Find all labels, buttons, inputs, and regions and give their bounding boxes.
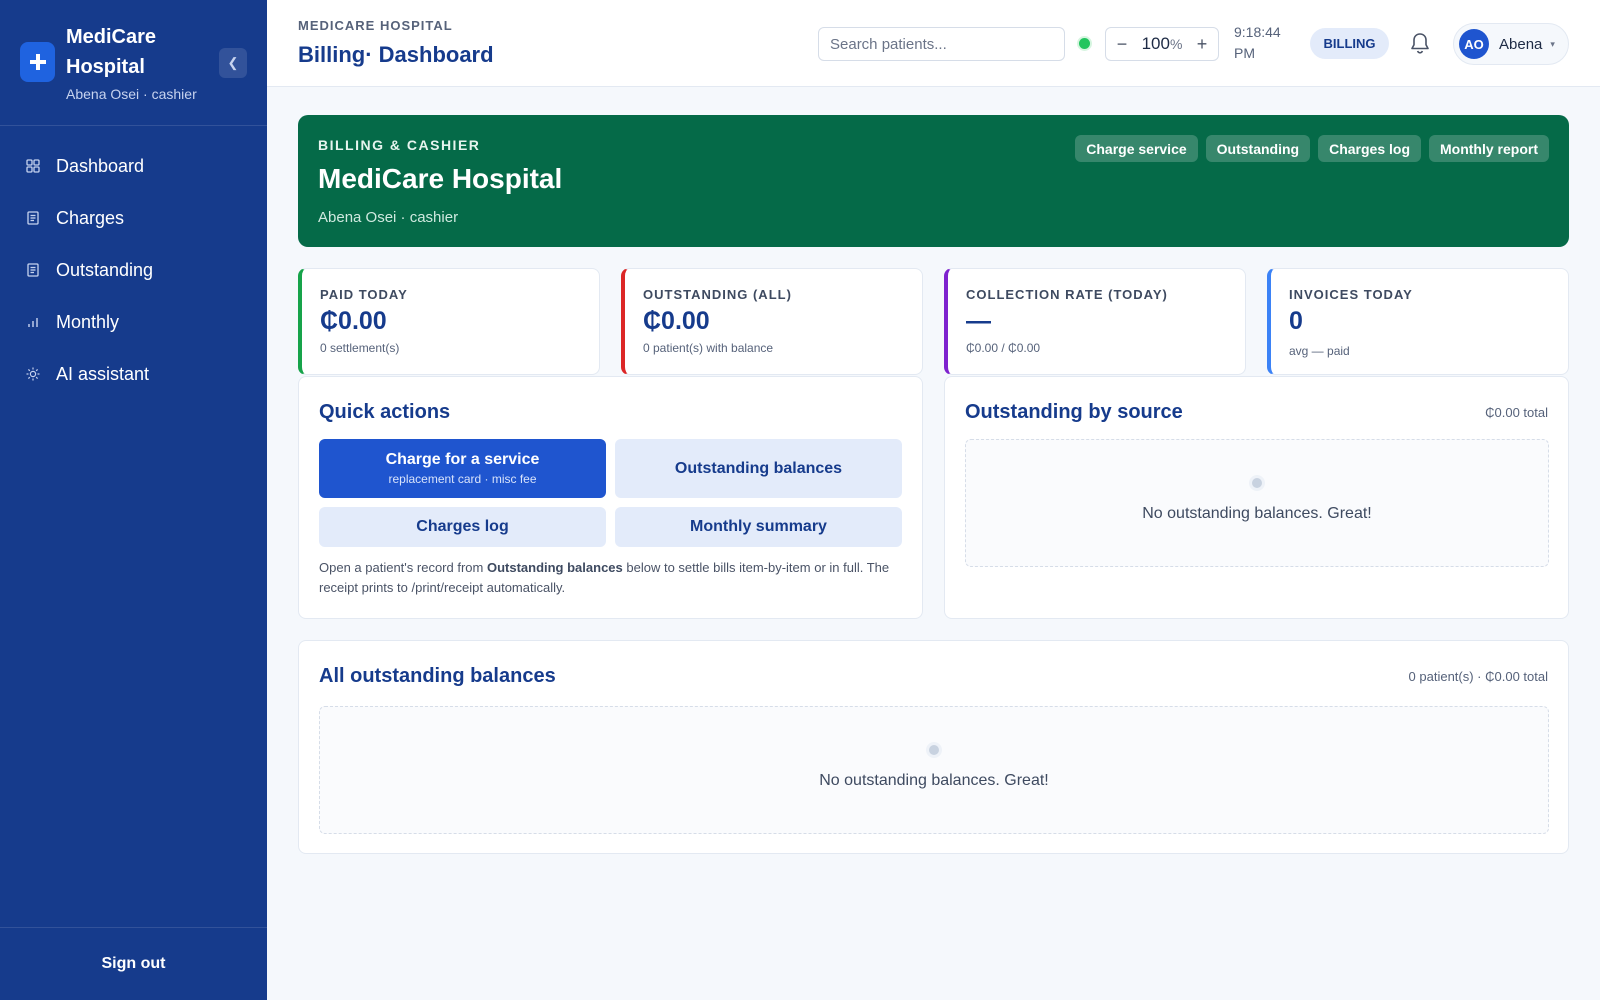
sidebar-item-label: Monthly <box>56 311 120 332</box>
zoom-in-button[interactable]: + <box>1194 34 1210 55</box>
charges-log-button[interactable]: Charges log <box>1318 135 1421 162</box>
zoom-control: − 100% + <box>1105 27 1219 61</box>
hero-banner: BILLING & CASHIER MediCare Hospital Aben… <box>298 115 1569 247</box>
stat-card-collection-rate: COLLECTION RATE (TODAY) — ₵0.00 / ₵0.00 <box>944 268 1246 375</box>
sidebar-item-label: Outstanding <box>56 259 154 280</box>
panel-total: ₵0.00 total <box>1485 405 1548 420</box>
button-label: Charge for a service <box>385 451 540 468</box>
panel-title: All outstanding balances <box>319 665 556 687</box>
charge-service-button[interactable]: Charge service <box>1075 135 1198 162</box>
all-outstanding-panel: All outstanding balances 0 patient(s) · … <box>298 640 1569 854</box>
brand-user-line: Abena Osei · cashier <box>66 86 197 102</box>
role-badge: BILLING <box>1310 28 1389 59</box>
stat-sub: ₵0.00 / ₵0.00 <box>966 341 1041 355</box>
status-indicator <box>1079 38 1090 49</box>
outstanding-by-source-panel: Outstanding by source ₵0.00 total No out… <box>944 376 1569 619</box>
sidebar-nav: Dashboard Charges Outstanding Monthly AI… <box>0 140 267 400</box>
stat-sub: avg — paid <box>1289 344 1350 358</box>
empty-state: No outstanding balances. Great! <box>965 439 1549 567</box>
stat-label: OUTSTANDING (ALL) <box>643 287 792 302</box>
monthly-report-button[interactable]: Monthly report <box>1429 135 1549 162</box>
stat-sub: 0 patient(s) with balance <box>643 341 774 355</box>
sidebar-item-label: AI assistant <box>56 363 150 384</box>
stat-value: ₵0.00 <box>643 307 710 335</box>
stat-label: INVOICES TODAY <box>1289 287 1413 302</box>
brand-name: MediCare Hospital <box>66 26 157 78</box>
outstanding-button[interactable]: Outstanding <box>1205 135 1311 162</box>
note-text: Open a patient's record from <box>319 560 487 575</box>
sidebar-item-outstanding[interactable]: Outstanding <box>0 244 267 296</box>
sidebar-item-charges[interactable]: Charges <box>0 192 267 244</box>
stat-label: PAID TODAY <box>320 287 408 302</box>
sidebar-item-dashboard[interactable]: Dashboard <box>0 140 267 192</box>
zoom-unit: % <box>1169 36 1183 52</box>
hero-title: MediCare Hospital <box>318 163 563 194</box>
stat-card-paid-today: PAID TODAY ₵0.00 0 settlement(s) <box>298 268 600 375</box>
sidebar-footer: Sign out <box>0 927 267 1000</box>
quick-actions-note: Open a patient's record from Outstanding… <box>319 558 899 598</box>
grid-icon <box>26 159 40 173</box>
breadcrumb: MEDICARE HOSPITAL <box>298 18 453 33</box>
stat-card-outstanding-all: OUTSTANDING (ALL) ₵0.00 0 patient(s) wit… <box>621 268 923 375</box>
empty-state-icon <box>929 745 939 755</box>
charges-log-quick-button[interactable]: Charges log <box>319 507 606 547</box>
panel-title: Quick actions <box>319 401 451 423</box>
outstanding-balances-button[interactable]: Outstanding balances <box>615 439 902 498</box>
sidebar-brand: MediCare Hospital Abena Osei · cashier ❮ <box>0 0 267 126</box>
chevron-left-icon: ❮ <box>227 55 239 70</box>
stat-value: ₵0.00 <box>320 307 387 335</box>
topbar: MEDICARE HOSPITAL Billing· Dashboard − 1… <box>267 0 1600 87</box>
sidebar-item-monthly[interactable]: Monthly <box>0 296 267 348</box>
bar-chart-icon <box>26 315 40 329</box>
button-label: Outstanding balances <box>674 459 843 477</box>
monthly-summary-button[interactable]: Monthly summary <box>615 507 902 547</box>
empty-state-text: No outstanding balances. Great! <box>1142 505 1372 522</box>
hero-kicker: BILLING & CASHIER <box>318 137 481 153</box>
stat-sub: 0 settlement(s) <box>320 341 400 355</box>
empty-state-text: No outstanding balances. Great! <box>819 772 1049 789</box>
sidebar-item-label: Charges <box>56 207 125 228</box>
sidebar-item-ai-assistant[interactable]: AI assistant <box>0 348 267 400</box>
zoom-out-button[interactable]: − <box>1114 34 1130 55</box>
clock: 9:18:44 PM <box>1234 24 1281 61</box>
hero-actions: Charge service Outstanding Charges log M… <box>1075 135 1549 162</box>
hospital-cross-icon <box>20 42 55 82</box>
user-menu-button[interactable]: AO Abena ▾ <box>1453 23 1569 65</box>
stat-label: COLLECTION RATE (TODAY) <box>966 287 1168 302</box>
page-title: Billing· Dashboard <box>298 42 494 67</box>
button-label: Monthly summary <box>690 518 827 535</box>
collapse-sidebar-button[interactable]: ❮ <box>219 48 247 78</box>
panel-total: 0 patient(s) · ₵0.00 total <box>1408 669 1548 684</box>
sidebar: MediCare Hospital Abena Osei · cashier ❮… <box>0 0 267 1000</box>
chevron-down-icon: ▾ <box>1550 38 1555 49</box>
sign-out-button[interactable]: Sign out <box>102 955 166 973</box>
charge-for-service-button[interactable]: Charge for a service replacement card · … <box>319 439 606 498</box>
search-input[interactable] <box>818 27 1065 61</box>
stat-value: — <box>966 307 991 335</box>
quick-actions-panel: Quick actions Charge for a service repla… <box>298 376 923 619</box>
receipt-icon <box>26 211 40 225</box>
receipt-icon <box>26 263 40 277</box>
sidebar-item-label: Dashboard <box>56 155 145 176</box>
empty-state: No outstanding balances. Great! <box>319 706 1549 834</box>
hero-subtitle: Abena Osei · cashier <box>318 209 459 226</box>
stat-value: 0 <box>1289 307 1303 335</box>
zoom-value: 100 <box>1141 34 1170 53</box>
button-sublabel: replacement card · misc fee <box>388 472 537 486</box>
empty-state-icon <box>1252 478 1262 488</box>
sun-icon <box>26 367 40 381</box>
avatar: AO <box>1459 29 1489 59</box>
bell-icon[interactable] <box>1409 31 1431 55</box>
stat-card-invoices-today: INVOICES TODAY 0 avg — paid <box>1267 268 1569 375</box>
note-emphasis: Outstanding balances <box>486 560 623 575</box>
button-label: Charges log <box>416 518 509 535</box>
panel-title: Outstanding by source <box>965 401 1183 423</box>
user-name: Abena <box>1499 35 1543 53</box>
